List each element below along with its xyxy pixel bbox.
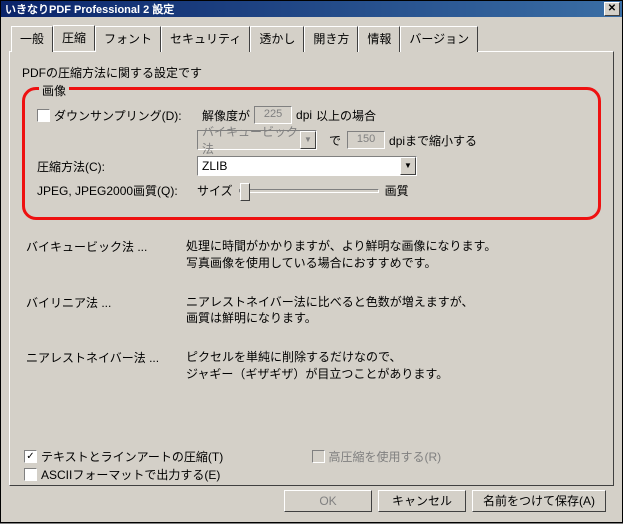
image-groupbox: 画像 ダウンサンプリング(D): 解像度が 225 dpi 以上の場合 バイキュ… xyxy=(22,87,601,220)
high-compress-label: 高圧縮を使用する(R) xyxy=(329,448,442,465)
res-unit: dpi xyxy=(296,108,312,122)
tabstrip: 一般 圧縮 フォント セキュリティ 透かし 開き方 情報 バージョン xyxy=(9,25,614,51)
chevron-down-icon: ▼ xyxy=(400,157,416,175)
image-group-legend: 画像 xyxy=(39,82,69,99)
slider-thumb[interactable] xyxy=(240,183,250,201)
text-lineart-label: テキストとラインアートの圧縮(T) xyxy=(41,448,223,465)
res-prefix: 解像度が xyxy=(202,107,250,124)
compression-label: 圧縮方法(C): xyxy=(37,158,197,175)
tab-version[interactable]: バージョン xyxy=(400,26,478,52)
method-bilinear: バイリニア法 ... ニアレストネイバー法に比べると色数が増えますが、 画質は鮮… xyxy=(26,294,597,328)
compression-dropdown[interactable]: ZLIB ▼ xyxy=(197,156,417,176)
downsample-label: ダウンサンプリング(D): xyxy=(54,107,202,124)
ascii-row: ASCIIフォーマットで出力する(E) xyxy=(24,466,220,483)
tab-general[interactable]: 一般 xyxy=(11,26,53,52)
titlebar[interactable]: いきなりPDF Professional 2 設定 ✕ xyxy=(1,1,622,17)
ok-button[interactable]: OK xyxy=(284,490,372,512)
slider-right-label: 画質 xyxy=(385,182,409,199)
tab-panel: PDFの圧縮方法に関する設定です 画像 ダウンサンプリング(D): 解像度が 2… xyxy=(9,51,614,486)
bottom-options: ✓ テキストとラインアートの圧縮(T) 高圧縮を使用する(R) xyxy=(24,448,599,465)
compression-row: 圧縮方法(C): ZLIB ▼ xyxy=(37,156,586,176)
tab-watermark[interactable]: 透かし xyxy=(250,26,304,52)
tab-security[interactable]: セキュリティ xyxy=(161,26,250,52)
method-descriptions: バイキュービック法 ... 処理に時間がかかりますが、より鮮明な画像になります。… xyxy=(26,238,597,383)
target-unit: dpiまで縮小する xyxy=(389,132,477,149)
text-lineart-checkbox[interactable]: ✓ xyxy=(24,450,37,463)
high-compress-checkbox xyxy=(312,450,325,463)
close-button[interactable]: ✕ xyxy=(604,2,620,16)
jpeg-quality-slider[interactable] xyxy=(239,189,379,193)
settings-window: いきなりPDF Professional 2 設定 ✕ 一般 圧縮 フォント セ… xyxy=(0,0,623,523)
mid-text: で xyxy=(329,132,341,149)
panel-description: PDFの圧縮方法に関する設定です xyxy=(22,64,603,81)
method-bicubic: バイキュービック法 ... 処理に時間がかかりますが、より鮮明な画像になります。… xyxy=(26,238,597,272)
client-area: 一般 圧縮 フォント セキュリティ 透かし 開き方 情報 バージョン PDFの圧… xyxy=(1,17,622,524)
ascii-checkbox[interactable] xyxy=(24,468,37,481)
tab-compression[interactable]: 圧縮 xyxy=(53,25,95,51)
slider-left-label: サイズ xyxy=(197,182,233,199)
button-bar: OK キャンセル 名前をつけて保存(A) xyxy=(9,486,614,516)
target-dpi-input[interactable]: 150 xyxy=(347,131,385,149)
downsample-row: ダウンサンプリング(D): 解像度が 225 dpi 以上の場合 xyxy=(37,106,586,124)
resolution-input[interactable]: 225 xyxy=(254,106,292,124)
downsample-method-dropdown[interactable]: バイキュービック法 ▼ xyxy=(197,130,317,150)
jpeg-quality-row: JPEG, JPEG2000画質(Q): サイズ 画質 xyxy=(37,182,586,199)
save-as-button[interactable]: 名前をつけて保存(A) xyxy=(472,490,606,512)
chevron-down-icon: ▼ xyxy=(300,131,316,149)
jpeg-quality-label: JPEG, JPEG2000画質(Q): xyxy=(37,182,197,199)
ascii-label: ASCIIフォーマットで出力する(E) xyxy=(41,466,220,483)
tab-info[interactable]: 情報 xyxy=(358,26,400,52)
cancel-button[interactable]: キャンセル xyxy=(378,490,466,512)
tab-font[interactable]: フォント xyxy=(95,26,161,52)
window-title: いきなりPDF Professional 2 設定 xyxy=(5,1,602,17)
tab-openmode[interactable]: 開き方 xyxy=(304,26,358,52)
method-nearest: ニアレストネイバー法 ... ピクセルを単純に削除するだけなので、 ジャギー（ギ… xyxy=(26,349,597,383)
res-suffix: 以上の場合 xyxy=(316,107,376,124)
downsample-checkbox[interactable] xyxy=(37,109,50,122)
downsample-method-row: バイキュービック法 ▼ で 150 dpiまで縮小する xyxy=(37,130,586,150)
